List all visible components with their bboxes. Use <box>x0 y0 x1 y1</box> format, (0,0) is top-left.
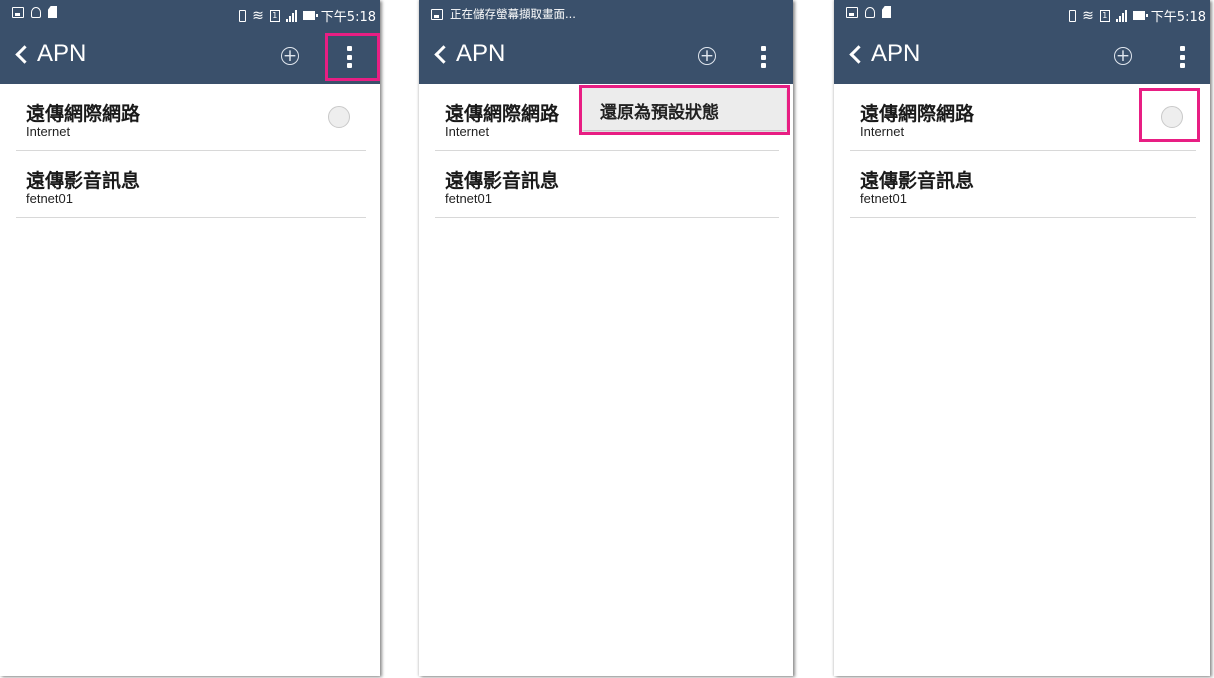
wifi-icon: ≋ <box>1082 7 1094 24</box>
screenshot-saving-message: 正在儲存螢幕擷取畫面... <box>450 7 576 21</box>
wifi-icon: ≋ <box>252 7 264 24</box>
app-bar: APN + <box>0 28 380 84</box>
apn-name: 遠傳影音訊息 <box>445 170 560 192</box>
back-button[interactable]: APN <box>848 40 920 68</box>
apn-name: 遠傳網際網路 <box>860 103 975 125</box>
apn-value: fetnet01 <box>445 191 492 206</box>
phone-screen-3: ≋ 1 下午5:18 APN + 遠傳網際網路 Internet 遠傳影音訊息 … <box>834 0 1210 676</box>
app-bar: APN + <box>419 28 793 84</box>
back-chevron-icon <box>434 44 453 64</box>
status-time: 下午5:18 <box>320 10 376 25</box>
apn-value: fetnet01 <box>26 191 73 206</box>
back-chevron-icon <box>15 44 34 64</box>
more-vert-icon[interactable] <box>761 46 767 68</box>
radio-button[interactable] <box>328 106 350 128</box>
more-vert-icon[interactable] <box>1180 46 1186 68</box>
overflow-menu: 還原為預設狀態 <box>582 88 786 130</box>
vibrate-icon <box>239 9 247 22</box>
apn-list: 遠傳網際網路 Internet 遠傳影音訊息 fetnet01 <box>850 84 1196 218</box>
app-bar: APN + <box>834 28 1210 84</box>
signal-icon <box>1115 9 1127 22</box>
status-bar: ≋ 1 下午5:18 <box>0 0 380 28</box>
add-icon[interactable]: + <box>1114 47 1132 65</box>
sim-icon: 1 <box>269 9 280 22</box>
list-item[interactable]: 遠傳網際網路 Internet <box>16 84 366 151</box>
back-chevron-icon <box>849 44 868 64</box>
list-item[interactable]: 遠傳影音訊息 fetnet01 <box>435 151 779 218</box>
vibrate-icon <box>1069 9 1077 22</box>
apn-name: 遠傳網際網路 <box>445 103 560 125</box>
key-icon <box>31 6 41 18</box>
add-icon[interactable]: + <box>281 47 299 65</box>
page-title: APN <box>37 40 87 67</box>
apn-name: 遠傳影音訊息 <box>860 170 975 192</box>
battery-icon <box>1132 11 1148 20</box>
radio-button[interactable] <box>1161 106 1183 128</box>
menu-item-reset-default[interactable]: 還原為預設狀態 <box>600 98 719 123</box>
back-button[interactable]: APN <box>14 40 86 68</box>
apn-name: 遠傳網際網路 <box>26 103 141 125</box>
key-icon <box>865 6 875 18</box>
list-item[interactable]: 遠傳網際網路 Internet <box>850 84 1196 151</box>
status-bar: 正在儲存螢幕擷取畫面... <box>419 0 793 28</box>
add-icon[interactable]: + <box>698 47 716 65</box>
battery-icon <box>302 11 318 20</box>
apn-value: fetnet01 <box>860 191 907 206</box>
image-icon <box>12 6 24 18</box>
back-button[interactable]: APN <box>433 40 505 68</box>
apn-value: Internet <box>860 124 905 139</box>
apn-name: 遠傳影音訊息 <box>26 170 141 192</box>
phone-screen-1: ≋ 1 下午5:18 APN + 遠傳網際網路 Internet 遠傳影音訊息 … <box>0 0 380 676</box>
apn-list: 遠傳網際網路 Internet 遠傳影音訊息 fetnet01 <box>16 84 366 218</box>
sim-icon: 1 <box>1099 9 1110 22</box>
image-icon <box>431 8 443 20</box>
apn-value: Internet <box>445 124 490 139</box>
page-title: APN <box>456 40 506 67</box>
page-title: APN <box>871 40 921 67</box>
sd-card-icon <box>882 6 891 18</box>
list-item[interactable]: 遠傳影音訊息 fetnet01 <box>16 151 366 218</box>
status-time: 下午5:18 <box>1150 10 1206 25</box>
more-vert-icon[interactable] <box>347 46 353 68</box>
sd-card-icon <box>48 6 57 18</box>
phone-screen-2: 正在儲存螢幕擷取畫面... APN + 遠傳網際網路 Internet 遠傳影音… <box>419 0 793 676</box>
list-item[interactable]: 遠傳影音訊息 fetnet01 <box>850 151 1196 218</box>
status-bar: ≋ 1 下午5:18 <box>834 0 1210 28</box>
image-icon <box>846 6 858 18</box>
signal-icon <box>285 9 297 22</box>
apn-value: Internet <box>26 124 71 139</box>
